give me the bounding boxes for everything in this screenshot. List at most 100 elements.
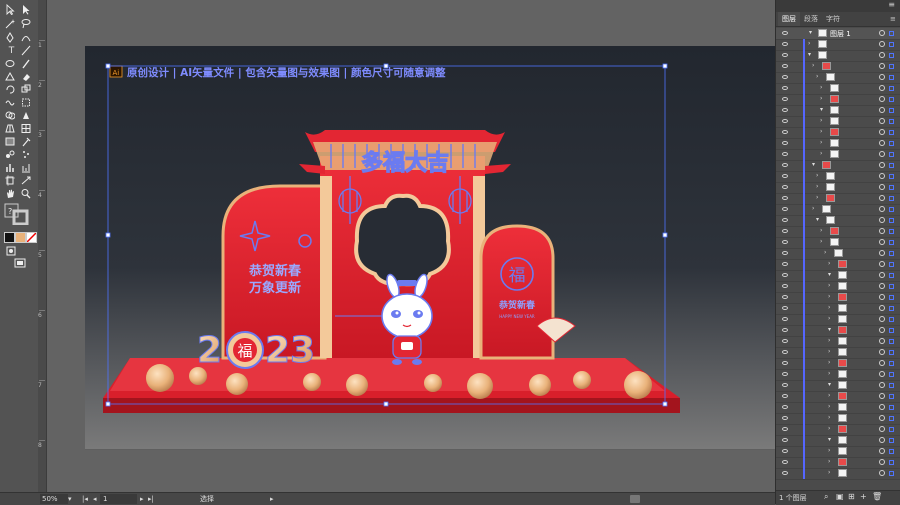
none-mode-icon[interactable] [26,232,37,243]
target-circle-icon[interactable] [879,217,885,223]
selection-square-icon[interactable] [889,416,894,421]
selection-square-icon[interactable] [889,438,894,443]
perspective-grid-tool-icon[interactable] [5,123,18,135]
selection-square-icon[interactable] [889,295,894,300]
panel-menu-icon[interactable]: ≡ [888,0,895,9]
scale-tool-icon[interactable] [21,84,34,96]
target-circle-icon[interactable] [879,63,885,69]
slice-tool-icon[interactable] [21,175,34,187]
visibility-eye-icon[interactable] [782,328,788,332]
target-circle-icon[interactable] [879,41,885,47]
chevron-right-icon[interactable]: ▾ [812,161,815,168]
artboard-tool-icon[interactable] [5,175,18,187]
visibility-eye-icon[interactable] [782,185,788,189]
chevron-right-icon[interactable]: ▾ [816,216,819,223]
selection-square-icon[interactable] [889,284,894,289]
target-circle-icon[interactable] [879,228,885,234]
selection-square-icon[interactable] [889,372,894,377]
new-layer-icon[interactable]: + [860,492,867,501]
lasso-tool-icon[interactable] [21,18,34,30]
selection-square-icon[interactable] [889,394,894,399]
pen-tool-icon[interactable] [5,32,18,44]
chevron-right-icon[interactable]: › [820,117,822,124]
shape-builder-tool-icon[interactable] [5,110,18,122]
target-circle-icon[interactable] [879,459,885,465]
chevron-right-icon[interactable]: › [828,392,830,399]
visibility-eye-icon[interactable] [782,141,788,145]
target-circle-icon[interactable] [879,74,885,80]
draw-mode-icon[interactable] [6,246,19,258]
target-circle-icon[interactable] [879,338,885,344]
selection-square-icon[interactable] [889,460,894,465]
visibility-eye-icon[interactable] [782,317,788,321]
selection-square-icon[interactable] [889,317,894,322]
selection-square-icon[interactable] [889,262,894,267]
hand-tool-icon[interactable] [5,188,18,200]
chevron-right-icon[interactable]: › [828,403,830,410]
chevron-right-icon[interactable]: › [828,304,830,311]
selection-square-icon[interactable] [889,196,894,201]
visibility-eye-icon[interactable] [782,460,788,464]
visibility-eye-icon[interactable] [782,416,788,420]
zoom-level[interactable]: 50% [40,494,68,504]
chevron-right-icon[interactable]: › [816,73,818,80]
artboard[interactable]: 多福大吉 福 恭贺新春 HAPPY NEW YEAR 恭贺新春 万象更新 2 福… [85,46,775,449]
selection-square-icon[interactable] [889,339,894,344]
target-circle-icon[interactable] [879,151,885,157]
visibility-eye-icon[interactable] [782,262,788,266]
paintbrush-tool-icon[interactable] [21,58,34,70]
chevron-right-icon[interactable]: › [824,249,826,256]
direct-selection-tool-icon[interactable] [21,4,34,16]
chevron-right-icon[interactable]: › [820,95,822,102]
chevron-right-icon[interactable]: › [812,205,814,212]
selection-square-icon[interactable] [889,350,894,355]
visibility-eye-icon[interactable] [782,251,788,255]
free-transform-tool-icon[interactable] [21,97,34,109]
target-circle-icon[interactable] [879,85,885,91]
chevron-down-icon[interactable]: ▾ [68,494,76,504]
target-circle-icon[interactable] [879,239,885,245]
zoom-tool-icon[interactable] [21,188,34,200]
selection-square-icon[interactable] [889,130,894,135]
target-circle-icon[interactable] [879,327,885,333]
selection-square-icon[interactable] [889,306,894,311]
selection-square-icon[interactable] [889,328,894,333]
target-circle-icon[interactable] [879,294,885,300]
visibility-eye-icon[interactable] [782,53,788,57]
chevron-right-icon[interactable]: › [828,337,830,344]
chevron-right-icon[interactable]: ▾ [828,381,831,388]
type-tool-icon[interactable]: T [5,45,18,57]
target-circle-icon[interactable] [879,437,885,443]
eyedropper-tool-icon[interactable] [21,136,34,148]
target-circle-icon[interactable] [879,305,885,311]
chevron-right-icon[interactable]: › [816,172,818,179]
visibility-eye-icon[interactable] [782,130,788,134]
graph-tool-icon[interactable] [21,162,34,174]
selection-square-icon[interactable] [889,240,894,245]
visibility-eye-icon[interactable] [782,86,788,90]
selection-square-icon[interactable] [889,174,894,179]
layer-name[interactable]: 图层 1 [830,29,851,39]
target-circle-icon[interactable] [879,30,885,36]
selection-square-icon[interactable] [889,471,894,476]
target-circle-icon[interactable] [879,206,885,212]
target-circle-icon[interactable] [879,173,885,179]
artboard-number[interactable]: 1 [100,494,137,504]
target-circle-icon[interactable] [879,316,885,322]
selection-square-icon[interactable] [889,141,894,146]
target-circle-icon[interactable] [879,349,885,355]
target-circle-icon[interactable] [879,272,885,278]
visibility-eye-icon[interactable] [782,119,788,123]
selection-square-icon[interactable] [889,53,894,58]
selection-square-icon[interactable] [889,185,894,190]
selection-square-icon[interactable] [889,42,894,47]
chevron-right-icon[interactable]: ▾ [828,436,831,443]
target-circle-icon[interactable] [879,382,885,388]
target-circle-icon[interactable] [879,393,885,399]
fill-stroke-swatch[interactable]: ? [4,203,30,225]
visibility-eye-icon[interactable] [782,108,788,112]
column-graph-tool-icon[interactable] [5,162,18,174]
chevron-right-icon[interactable]: › [828,359,830,366]
chevron-right-icon[interactable]: › [812,62,814,69]
scrollbar-thumb[interactable] [630,495,640,503]
